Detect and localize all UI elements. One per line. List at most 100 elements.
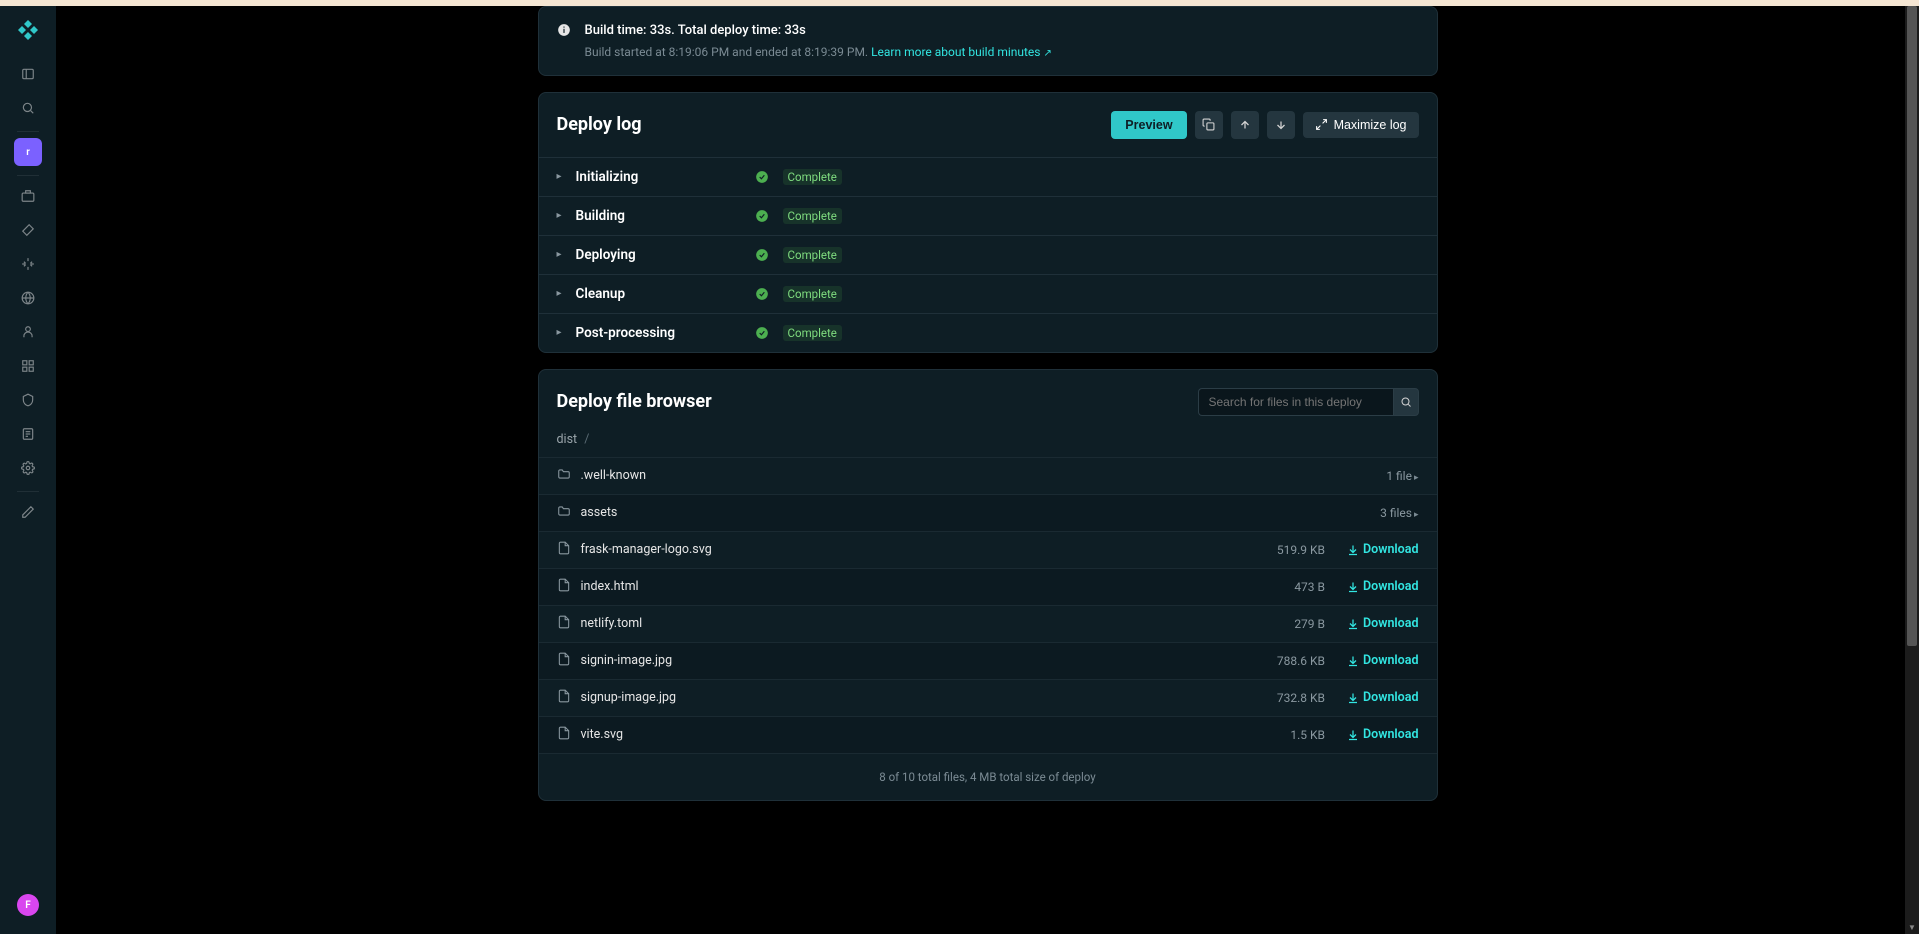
- file-name: frask-manager-logo.svg: [581, 542, 1246, 557]
- file-name: index.html: [581, 579, 1246, 594]
- file-icon: [557, 541, 571, 559]
- file-row: frask-manager-logo.svg 519.9 KB Download: [539, 531, 1437, 568]
- file-name: signup-image.jpg: [581, 690, 1246, 705]
- file-size: 519.9 KB: [1255, 543, 1325, 557]
- file-size: 279 B: [1255, 617, 1325, 631]
- status-badge: Complete: [783, 325, 842, 341]
- file-browser-title: Deploy file browser: [557, 391, 712, 412]
- learn-more-link[interactable]: Learn more about build minutes↗: [871, 45, 1052, 59]
- preview-button[interactable]: Preview: [1111, 111, 1186, 139]
- deploy-log-card: Deploy log Preview: [538, 92, 1438, 353]
- nav-domains-icon[interactable]: [14, 284, 42, 312]
- sidebar: r F: [0, 6, 56, 934]
- check-circle-icon: [755, 326, 769, 340]
- nav-functions-icon[interactable]: [14, 250, 42, 278]
- external-link-icon: ↗: [1044, 48, 1052, 59]
- download-link[interactable]: Download: [1347, 542, 1419, 557]
- nav-team-icon[interactable]: [14, 318, 42, 346]
- nav-edit-icon[interactable]: [14, 498, 42, 526]
- file-row: netlify.toml 279 B Download: [539, 605, 1437, 642]
- chevron-right-icon: ▸: [557, 288, 562, 299]
- sidebar-active-label: r: [26, 147, 30, 158]
- download-link[interactable]: Download: [1347, 616, 1419, 631]
- file-icon: [557, 726, 571, 744]
- maximize-log-button[interactable]: Maximize log: [1303, 112, 1419, 138]
- build-time-title: Build time: 33s. Total deploy time: 33s: [585, 21, 1052, 41]
- log-stage-name: Building: [576, 208, 741, 224]
- check-circle-icon: [755, 248, 769, 262]
- log-stage-name: Post-processing: [576, 325, 741, 341]
- folder-count: 1 file▸: [1349, 469, 1419, 483]
- chevron-right-icon: ▸: [557, 210, 562, 221]
- folder-name: .well-known: [581, 468, 1339, 483]
- sidebar-divider: [17, 491, 39, 492]
- user-avatar[interactable]: F: [17, 894, 39, 916]
- chevron-right-icon: ▸: [1414, 510, 1419, 520]
- download-link[interactable]: Download: [1347, 579, 1419, 594]
- nav-collapse-icon[interactable]: [14, 60, 42, 88]
- file-size: 732.8 KB: [1255, 691, 1325, 705]
- file-search-button[interactable]: [1393, 388, 1419, 416]
- file-size: 473 B: [1255, 580, 1325, 594]
- scrollbar[interactable]: ▲ ▼: [1905, 6, 1919, 934]
- folder-count: 3 files▸: [1349, 506, 1419, 520]
- avatar-letter: F: [25, 900, 31, 911]
- chevron-right-icon: ▸: [557, 249, 562, 260]
- sidebar-divider: [17, 131, 39, 132]
- log-stage-row[interactable]: ▸ Initializing Complete: [539, 157, 1437, 196]
- file-search-input[interactable]: [1198, 388, 1393, 416]
- file-name: vite.svg: [581, 727, 1246, 742]
- check-circle-icon: [755, 170, 769, 184]
- file-icon: [557, 578, 571, 596]
- log-stage-row[interactable]: ▸ Building Complete: [539, 196, 1437, 235]
- log-stage-row[interactable]: ▸ Post-processing Complete: [539, 313, 1437, 352]
- netlify-logo-icon[interactable]: [16, 18, 40, 42]
- file-name: netlify.toml: [581, 616, 1246, 631]
- nav-builds-icon[interactable]: [14, 216, 42, 244]
- folder-row[interactable]: assets 3 files▸: [539, 494, 1437, 531]
- breadcrumb-root[interactable]: dist: [557, 432, 578, 447]
- nav-billing-icon[interactable]: [14, 420, 42, 448]
- log-stage-row[interactable]: ▸ Cleanup Complete: [539, 274, 1437, 313]
- file-row: index.html 473 B Download: [539, 568, 1437, 605]
- scroll-down-button[interactable]: [1267, 111, 1295, 139]
- build-time-subtitle: Build started at 8:19:06 PM and ended at…: [585, 43, 1052, 61]
- main-content: Build time: 33s. Total deploy time: 33s …: [56, 6, 1919, 934]
- download-link[interactable]: Download: [1347, 690, 1419, 705]
- folder-icon: [557, 504, 571, 522]
- nav-settings-icon[interactable]: [14, 454, 42, 482]
- scroll-up-button[interactable]: [1231, 111, 1259, 139]
- sidebar-divider: [17, 175, 39, 176]
- nav-security-icon[interactable]: [14, 386, 42, 414]
- file-size: 788.6 KB: [1255, 654, 1325, 668]
- status-badge: Complete: [783, 208, 842, 224]
- folder-name: assets: [581, 505, 1339, 520]
- file-icon: [557, 689, 571, 707]
- nav-sites-icon[interactable]: [14, 182, 42, 210]
- search-icon[interactable]: [14, 94, 42, 122]
- deploy-file-browser-card: Deploy file browser dist / .well-known 1…: [538, 369, 1438, 801]
- log-stage-name: Cleanup: [576, 286, 741, 302]
- nav-integrations-icon[interactable]: [14, 352, 42, 380]
- log-stage-name: Deploying: [576, 247, 741, 263]
- file-icon: [557, 615, 571, 633]
- status-badge: Complete: [783, 247, 842, 263]
- deploy-log-title: Deploy log: [557, 114, 642, 135]
- file-name: signin-image.jpg: [581, 653, 1246, 668]
- download-link[interactable]: Download: [1347, 653, 1419, 668]
- chevron-right-icon: ▸: [1414, 473, 1419, 483]
- log-stage-name: Initializing: [576, 169, 741, 185]
- file-row: vite.svg 1.5 KB Download: [539, 716, 1437, 753]
- download-link[interactable]: Download: [1347, 727, 1419, 742]
- copy-log-button[interactable]: [1195, 111, 1223, 139]
- build-time-info-card: Build time: 33s. Total deploy time: 33s …: [538, 6, 1438, 76]
- info-icon: [557, 23, 571, 41]
- scrollbar-down-icon[interactable]: ▼: [1905, 920, 1919, 934]
- scrollbar-thumb[interactable]: [1907, 6, 1917, 646]
- chevron-right-icon: ▸: [557, 327, 562, 338]
- file-icon: [557, 652, 571, 670]
- sidebar-active-project[interactable]: r: [14, 138, 42, 166]
- log-stage-row[interactable]: ▸ Deploying Complete: [539, 235, 1437, 274]
- folder-row[interactable]: .well-known 1 file▸: [539, 457, 1437, 494]
- file-row: signup-image.jpg 732.8 KB Download: [539, 679, 1437, 716]
